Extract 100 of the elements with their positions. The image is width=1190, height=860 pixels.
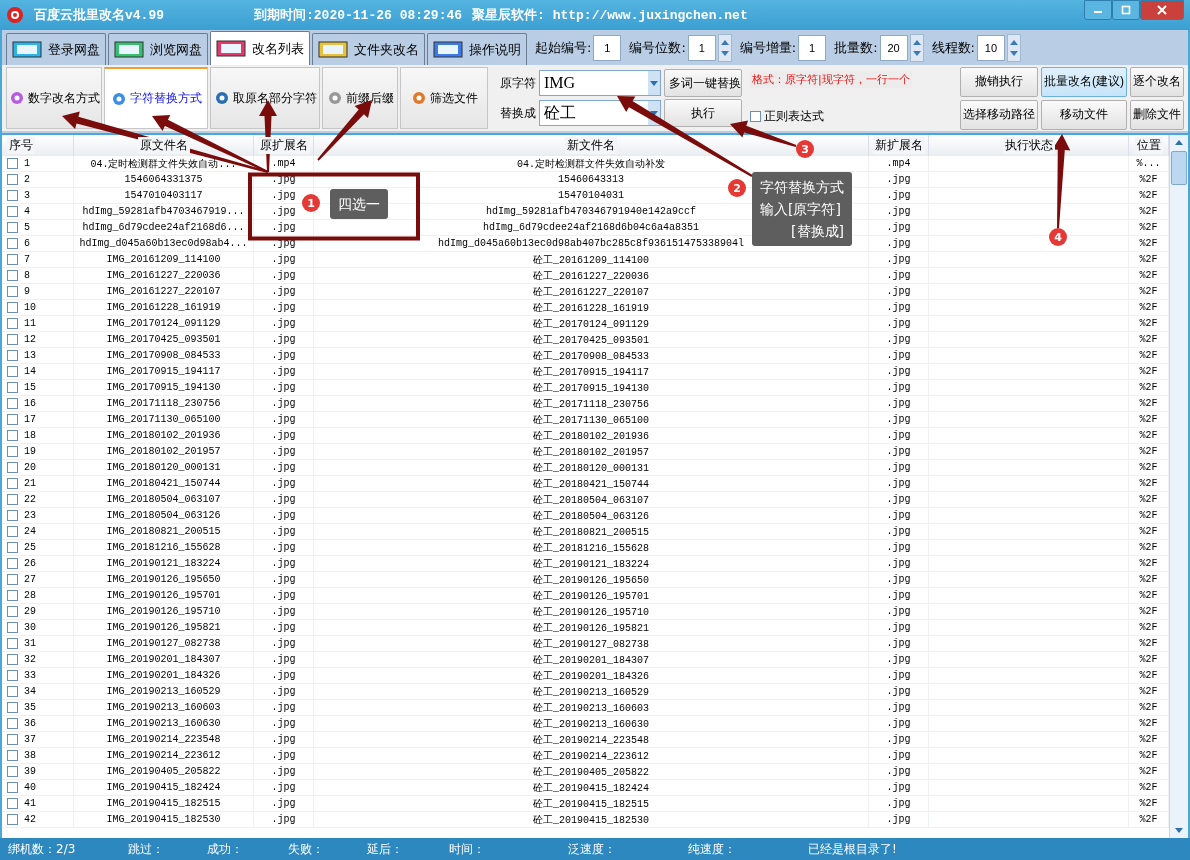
tab[interactable]: 登录网盘: [6, 33, 106, 65]
checkbox[interactable]: [7, 366, 18, 377]
column-header[interactable]: 原文件名: [137, 137, 190, 154]
close-button[interactable]: [1140, 0, 1184, 20]
table-cell: 15: [24, 382, 36, 393]
checkbox[interactable]: [7, 334, 18, 345]
spinner[interactable]: [909, 33, 924, 62]
number-field[interactable]: 1: [593, 34, 622, 61]
checkbox[interactable]: [7, 494, 18, 505]
checkbox[interactable]: [7, 606, 18, 617]
action-button[interactable]: 移动文件: [1041, 99, 1127, 130]
action-button[interactable]: 选择移动路径: [960, 99, 1038, 130]
table-cell: .jpg: [271, 206, 296, 217]
checkbox[interactable]: [7, 638, 18, 649]
checkbox[interactable]: [7, 430, 18, 441]
checkbox[interactable]: [7, 702, 18, 713]
target-combo[interactable]: 砼工: [539, 100, 661, 126]
mode-tab[interactable]: 数字改名方式: [6, 67, 102, 129]
checkbox[interactable]: [7, 590, 18, 601]
table-cell: IMG_20161227_220036: [106, 270, 221, 281]
checkbox[interactable]: [7, 526, 18, 537]
number-field[interactable]: 20: [879, 34, 908, 61]
checkbox[interactable]: [7, 206, 18, 217]
checkbox[interactable]: [7, 238, 18, 249]
scroll-thumb[interactable]: [1171, 151, 1187, 185]
checkbox[interactable]: [7, 654, 18, 665]
checkbox[interactable]: [7, 254, 18, 265]
number-field[interactable]: 1: [687, 34, 716, 61]
table-cell: %2F: [1139, 606, 1158, 617]
checkbox[interactable]: [7, 190, 18, 201]
table-cell: IMG_20170908_084533: [106, 350, 221, 361]
action-button[interactable]: 批量改名(建议): [1041, 66, 1127, 97]
column-header[interactable]: 新文件名: [565, 137, 617, 154]
number-field[interactable]: 10: [976, 34, 1005, 61]
mode-tab[interactable]: 字符替换方式: [104, 67, 208, 129]
checkbox[interactable]: [7, 782, 18, 793]
checkbox[interactable]: [7, 398, 18, 409]
action-button[interactable]: 撤销执行: [960, 66, 1038, 97]
scrollbar[interactable]: [1169, 135, 1188, 838]
table-cell-text: 砼工_20170425_093501: [533, 333, 649, 347]
checkbox[interactable]: [7, 302, 18, 313]
checkbox[interactable]: [7, 686, 18, 697]
checkbox[interactable]: [7, 158, 18, 169]
checkbox[interactable]: [7, 574, 18, 585]
checkbox[interactable]: [750, 111, 761, 122]
checkbox[interactable]: [7, 462, 18, 473]
minimize-button[interactable]: [1084, 0, 1112, 20]
action-button[interactable]: 删除文件: [1130, 99, 1184, 130]
column-header[interactable]: 序号: [7, 137, 35, 154]
checkbox[interactable]: [7, 222, 18, 233]
checkbox[interactable]: [7, 446, 18, 457]
table-cell: %2F: [1139, 174, 1158, 185]
checkbox[interactable]: [7, 270, 18, 281]
action-button[interactable]: 逐个改名: [1130, 66, 1184, 97]
checkbox[interactable]: [7, 478, 18, 489]
table-cell: %2F: [1139, 686, 1158, 697]
dropdown-icon[interactable]: [648, 71, 660, 95]
maximize-button[interactable]: [1112, 0, 1140, 20]
mode-tab[interactable]: 筛选文件: [400, 67, 488, 129]
column-header[interactable]: 新扩展名: [872, 137, 925, 154]
column-header[interactable]: 执行状态: [1002, 137, 1055, 154]
spinner[interactable]: [1006, 33, 1021, 62]
checkbox[interactable]: [7, 750, 18, 761]
mode-tab[interactable]: 前缀后缀: [322, 67, 398, 129]
tab[interactable]: 操作说明: [427, 33, 527, 65]
format-hint: 格式：原字符|现字符，一行一个: [750, 71, 912, 88]
column-header[interactable]: 位置: [1134, 137, 1163, 154]
tab[interactable]: 文件夹改名: [312, 33, 425, 65]
table-cell: IMG_20170915_194117: [106, 366, 221, 377]
table-cell: IMG_20180421_150744: [106, 478, 221, 489]
source-combo[interactable]: IMG: [539, 70, 661, 96]
checkbox-label[interactable]: 正则表达式: [764, 108, 824, 125]
checkbox[interactable]: [7, 542, 18, 553]
checkbox[interactable]: [7, 622, 18, 633]
checkbox[interactable]: [7, 382, 18, 393]
checkbox[interactable]: [7, 414, 18, 425]
mode-tab[interactable]: 取原名部分字符: [210, 67, 320, 129]
checkbox[interactable]: [7, 814, 18, 825]
checkbox[interactable]: [7, 670, 18, 681]
checkbox[interactable]: [7, 734, 18, 745]
run-button[interactable]: 执行: [664, 99, 742, 127]
checkbox[interactable]: [7, 766, 18, 777]
multi-replace-button[interactable]: 多词一键替换: [664, 69, 742, 97]
checkbox[interactable]: [7, 174, 18, 185]
checkbox[interactable]: [7, 350, 18, 361]
checkbox[interactable]: [7, 510, 18, 521]
table-cell: IMG_20190405_205822: [106, 766, 221, 777]
table-cell: 37: [24, 734, 36, 745]
checkbox[interactable]: [7, 718, 18, 729]
checkbox[interactable]: [7, 558, 18, 569]
column-header[interactable]: 原扩展名: [257, 137, 310, 154]
checkbox[interactable]: [7, 318, 18, 329]
status-text: 泛速度：: [568, 840, 617, 858]
tab[interactable]: 改名列表: [210, 31, 310, 65]
disc-icon: [8, 90, 25, 106]
tab[interactable]: 浏览网盘: [108, 33, 208, 65]
checkbox[interactable]: [7, 286, 18, 297]
spinner[interactable]: [717, 33, 732, 62]
checkbox[interactable]: [7, 798, 18, 809]
number-field[interactable]: 1: [798, 34, 827, 61]
